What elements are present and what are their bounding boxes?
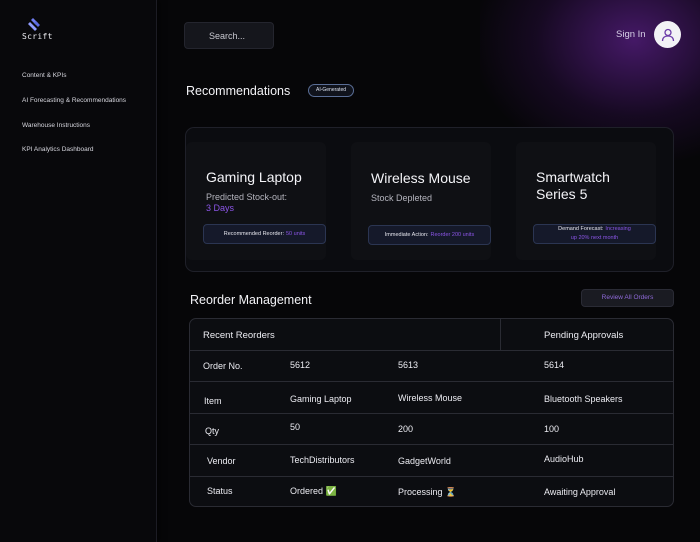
brand-name: Scrift [22,32,53,41]
table-cell: 50 [290,422,301,432]
recommendations-title: Recommendations [186,84,291,98]
card-title-line: Series 5 [536,186,588,202]
row-label: Item [204,396,222,406]
card-action-highlight: Increasing [605,226,631,232]
card-title: Smartwatch Series 5 [536,169,610,203]
card-action-label: Demand Forecast: [558,226,604,232]
table-cell: Gaming Laptop [290,394,352,404]
status-awaiting-approval: Awaiting Approval [544,487,616,497]
table-divider [190,381,673,382]
row-label: Status [207,486,233,496]
recommendation-card: Gaming Laptop Predicted Stock-out: 3 Day… [186,142,326,260]
reorder-management-title: Reorder Management [190,293,312,307]
card-action-label: Recommended Reorder: [223,231,284,237]
sidebar: Scrift Content & KPIs AI Forecasting & R… [0,0,157,542]
table-divider [190,350,673,351]
card-action-highlight: up 20% next month [570,235,619,241]
table-cell: Bluetooth Speakers [544,394,623,404]
recommendation-card: Smartwatch Series 5 Demand Forecast: Inc… [516,142,656,260]
row-label: Qty [205,426,220,436]
reorder-table: Recent Reorders Pending Approvals Order … [189,318,674,507]
table-divider [190,444,673,445]
recommendation-card: Wireless Mouse Stock Depleted Immediate … [351,142,491,260]
row-label: Vendor [207,456,236,466]
table-cell: 5614 [544,360,565,370]
status-ordered: Ordered ✅ [290,486,337,496]
card-title: Gaming Laptop [206,169,302,185]
recommendations-panel: Gaming Laptop Predicted Stock-out: 3 Day… [185,127,674,272]
card-title: Wireless Mouse [371,170,471,186]
card-subtitle: Stock Depleted [371,193,432,204]
table-cell: 200 [398,424,414,434]
card-action-highlight: Reorder 200 units [430,232,475,238]
card-subtitle-text: Predicted Stock-out: [206,192,288,202]
recommended-reorder-button[interactable]: Recommended Reorder: 50 units [203,224,326,244]
review-all-orders-button[interactable]: Review All Orders [581,289,674,307]
ai-generated-badge: AI-Generated [308,84,354,97]
status-processing: Processing ⏳ [398,487,457,497]
table-divider [190,413,673,414]
sidebar-item-content-kpis[interactable]: Content & KPIs [22,72,66,79]
sidebar-item-warehouse-instructions[interactable]: Warehouse Instructions [22,122,90,129]
logo-icon [28,18,40,31]
sign-in-link[interactable]: Sign In [616,29,646,40]
table-header-recent-reorders: Recent Reorders [203,330,275,341]
table-cell: Wireless Mouse [398,393,463,403]
demand-forecast-button[interactable]: Demand Forecast: Increasing up 20% next … [533,224,656,244]
row-label: Order No. [203,361,243,371]
table-divider [500,319,501,350]
card-action-label: Immediate Action: [384,232,429,238]
table-cell: 100 [544,424,560,434]
table-header-pending-approvals: Pending Approvals [544,330,624,341]
immediate-action-button[interactable]: Immediate Action: Reorder 200 units [368,225,491,245]
card-subtitle-text: Stock Depleted [371,193,433,203]
sidebar-item-kpi-analytics[interactable]: KPI Analytics Dashboard [22,146,94,153]
table-cell: 5612 [290,360,311,370]
table-cell: TechDistributors [290,455,355,465]
app-root: Scrift Content & KPIs AI Forecasting & R… [0,0,700,542]
avatar[interactable] [654,21,681,48]
table-cell: AudioHub [544,454,584,464]
card-action-highlight: 50 units [285,231,306,237]
table-divider [190,476,673,477]
card-title-line: Smartwatch [536,169,610,185]
card-subtitle: Predicted Stock-out: 3 Days [206,192,287,214]
sidebar-item-ai-forecasting[interactable]: AI Forecasting & Recommendations [22,97,126,104]
table-cell: GadgetWorld [398,456,451,466]
table-cell: 5613 [398,360,419,370]
brand-logo[interactable]: Scrift [22,18,62,48]
user-icon [661,28,674,41]
card-subtitle-highlight: 3 Days [206,203,235,213]
search-input[interactable] [184,22,274,49]
